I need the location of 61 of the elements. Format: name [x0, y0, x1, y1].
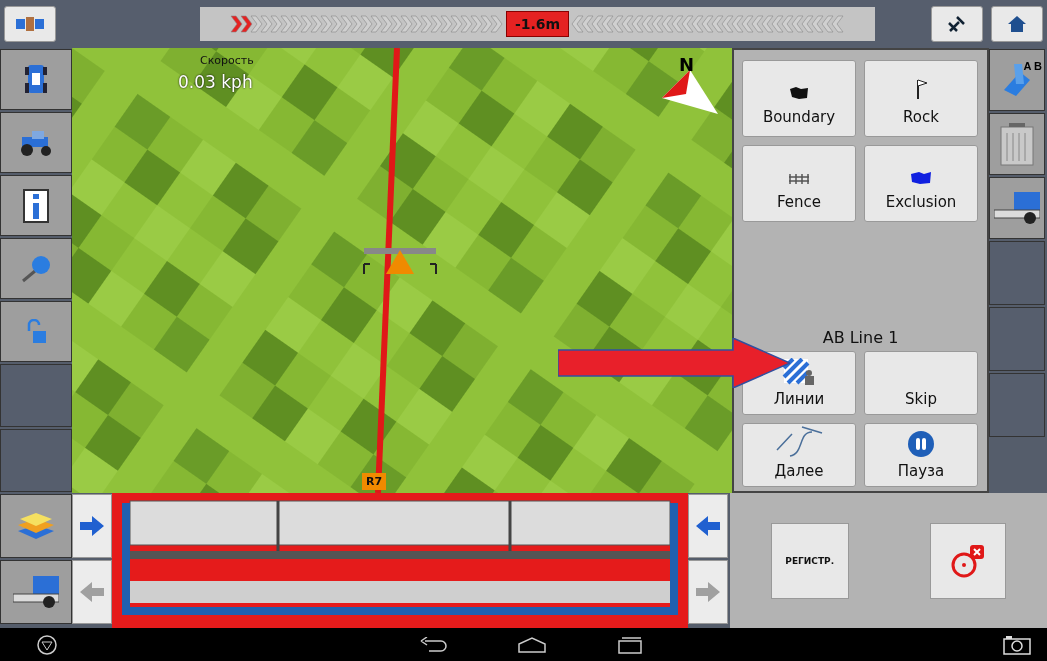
layers-icon — [16, 511, 56, 541]
mark-button[interactable]: Fence — [742, 145, 856, 222]
back-button[interactable] — [418, 636, 447, 653]
guidance-button[interactable]: Далее — [742, 423, 856, 487]
search-icon — [19, 253, 53, 284]
mark-button[interactable]: Rock — [864, 60, 978, 137]
back-icon — [418, 636, 447, 653]
side-tab[interactable] — [0, 175, 72, 237]
side-tab[interactable] — [0, 112, 72, 174]
home-button[interactable] — [516, 636, 547, 653]
guidance-button[interactable]: Пауза — [864, 423, 978, 487]
left-arrow-icon — [695, 515, 721, 537]
north-label: N — [679, 54, 695, 75]
line-name: AB Line 1 — [821, 328, 900, 347]
info-icon — [23, 188, 49, 223]
pause-icon — [907, 430, 935, 458]
screenshot-button[interactable] — [1003, 634, 1031, 655]
ab-line-icon — [1002, 62, 1032, 98]
curved-lines-icon — [774, 424, 824, 458]
recent-apps-button[interactable] — [616, 635, 643, 654]
grain-bin-icon — [997, 121, 1037, 167]
header-view-button[interactable] — [0, 560, 72, 624]
exclusion-shape-icon — [910, 171, 932, 185]
cross-track-offset: -1.6m — [505, 11, 570, 37]
menu-button[interactable] — [36, 633, 58, 656]
right-arrow-icon — [695, 581, 721, 603]
camera-icon — [1003, 634, 1031, 655]
speed-label: Скорость — [200, 54, 254, 67]
shift-right-button[interactable] — [72, 494, 112, 558]
line-label: R7 — [362, 473, 387, 490]
side-tab[interactable] — [989, 177, 1045, 239]
shift-left-button[interactable] — [688, 494, 728, 558]
boundary-shape-icon — [789, 86, 809, 100]
fence-icon — [788, 173, 810, 185]
flag-icon — [914, 78, 928, 100]
home-icon — [1007, 15, 1027, 33]
settings-button[interactable] — [931, 6, 983, 42]
recent-apps-icon — [616, 635, 643, 654]
target-cancel-icon — [950, 542, 987, 579]
home-button[interactable] — [991, 6, 1043, 42]
side-tab[interactable]: A B — [989, 49, 1045, 111]
tractor-icon — [18, 128, 54, 157]
tools-icon — [947, 14, 967, 34]
ab-letters: A B — [1023, 60, 1042, 72]
satellite-button[interactable] — [4, 6, 56, 42]
triangle-circle-icon — [36, 633, 58, 656]
home-icon — [516, 636, 547, 653]
layers-button[interactable] — [0, 494, 72, 558]
north-arrow-icon — [660, 70, 720, 116]
side-tab[interactable] — [0, 49, 72, 110]
mark-button[interactable]: Boundary — [742, 60, 856, 137]
side-tab[interactable] — [989, 113, 1045, 175]
striped-lines-icon — [782, 358, 816, 386]
right-arrow-icon — [79, 515, 105, 537]
guidance-button[interactable]: Skip — [864, 351, 978, 415]
unlocked-padlock-icon — [25, 318, 47, 345]
left-arrow-icon — [79, 581, 105, 603]
speed-value: 0.03 kph — [178, 72, 253, 92]
clear-target-button[interactable] — [930, 522, 1007, 599]
mark-button[interactable]: Exclusion — [864, 145, 978, 222]
register-button[interactable]: РЕГИСТР. — [770, 522, 849, 599]
